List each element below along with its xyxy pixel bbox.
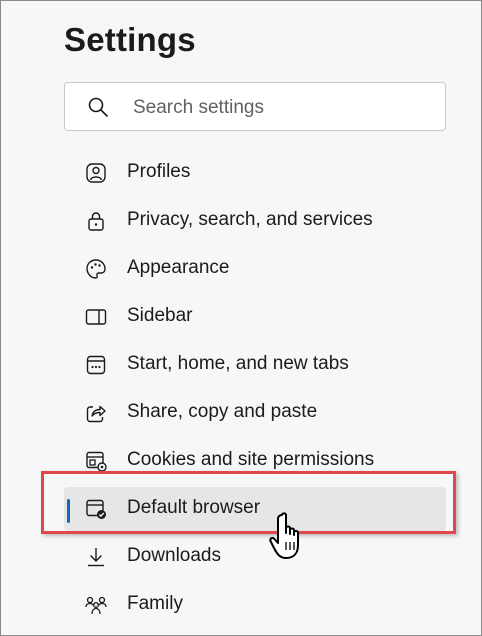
- nav-item-label: Start, home, and new tabs: [127, 353, 349, 374]
- highlight-box: [41, 471, 456, 534]
- hand-pointer-icon: [269, 512, 299, 559]
- settings-panel: Settings Profiles Privacy, search, and s…: [0, 0, 482, 636]
- share-icon: [86, 405, 106, 423]
- search-input[interactable]: [131, 93, 435, 123]
- nav-item-sidebar[interactable]: Sidebar: [64, 295, 446, 339]
- palette-icon: [86, 259, 106, 279]
- nav-item-share[interactable]: Share, copy and paste: [64, 391, 446, 435]
- nav-item-label: Privacy, search, and services: [127, 209, 373, 230]
- nav-item-label: Share, copy and paste: [127, 401, 318, 422]
- new-tab-icon: [86, 355, 106, 375]
- search-icon: [88, 97, 108, 117]
- cookies-icon: [86, 451, 107, 472]
- nav-item-start-home[interactable]: Start, home, and new tabs: [64, 343, 446, 387]
- sidebar-icon: [85, 309, 107, 325]
- nav-item-label: Cookies and site permissions: [127, 449, 375, 470]
- download-icon: [88, 548, 104, 567]
- family-icon: [85, 596, 107, 615]
- lock-icon: [88, 212, 104, 231]
- nav-item-label: Sidebar: [127, 305, 193, 326]
- nav-item-label: Profiles: [127, 161, 191, 182]
- profile-icon: [86, 163, 106, 183]
- page-title: Settings: [64, 21, 196, 58]
- nav-item-family[interactable]: Family: [64, 583, 446, 627]
- search-box[interactable]: [64, 82, 446, 131]
- nav-item-profiles[interactable]: Profiles: [64, 151, 446, 195]
- nav-item-label: Family: [127, 593, 183, 614]
- nav-item-privacy[interactable]: Privacy, search, and services: [64, 199, 446, 243]
- nav-item-label: Appearance: [127, 257, 230, 278]
- nav-item-appearance[interactable]: Appearance: [64, 247, 446, 291]
- nav-item-downloads[interactable]: Downloads: [64, 535, 446, 579]
- nav-item-label: Downloads: [127, 545, 221, 566]
